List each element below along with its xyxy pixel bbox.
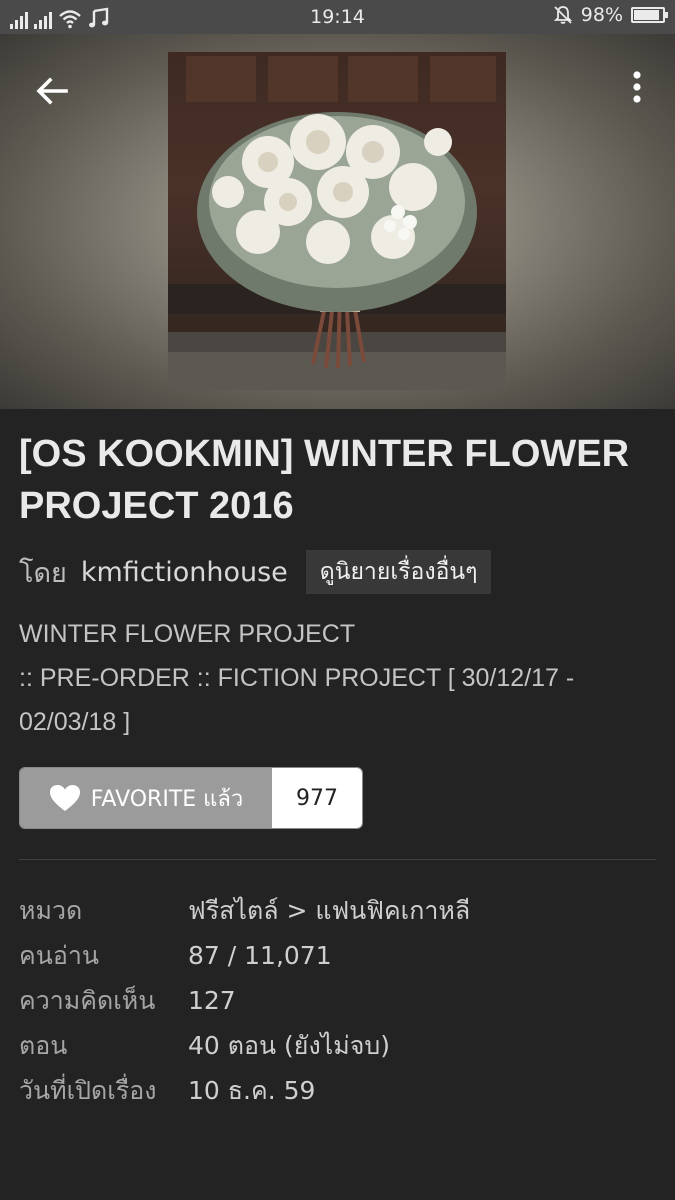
- battery-icon: [631, 7, 668, 23]
- bell-muted-icon: [553, 6, 572, 24]
- arrow-left-icon[interactable]: [30, 68, 76, 114]
- more-vert-icon[interactable]: [623, 68, 651, 114]
- info-label: ความคิดเห็น: [19, 985, 156, 1015]
- info-row-category: หมวด ฟรีสไตล์ > แฟนฟิคเกาหลี: [19, 888, 470, 933]
- story-description: WINTER FLOWER PROJECT :: PRE-ORDER :: FI…: [19, 612, 639, 744]
- divider: [19, 859, 656, 860]
- favorite-button[interactable]: FAVORITE แล้ว: [20, 768, 272, 828]
- story-info: หมวด ฟรีสไตล์ > แฟนฟิคเกาหลี คนอ่าน 87 /…: [19, 888, 470, 1113]
- battery-level: [634, 10, 660, 20]
- info-row-comments: ความคิดเห็น 127: [19, 978, 470, 1023]
- info-row-episodes: ตอน 40 ตอน (ยังไม่จบ): [19, 1023, 470, 1068]
- favorite-control: FAVORITE แล้ว 977: [19, 767, 363, 829]
- favorite-label: FAVORITE แล้ว: [90, 786, 244, 812]
- info-row-readers: คนอ่าน 87 / 11,071: [19, 933, 470, 978]
- battery-percent: 98%: [580, 4, 623, 26]
- info-value: 87 / 11,071: [188, 941, 332, 970]
- description-line: :: PRE-ORDER :: FICTION PROJECT [ 30/12/…: [19, 664, 575, 692]
- author-prefix: โดย: [19, 557, 67, 589]
- description-line: WINTER FLOWER PROJECT: [19, 620, 356, 648]
- info-value[interactable]: ฟรีสไตล์ > แฟนฟิคเกาหลี: [188, 891, 470, 931]
- info-label: คนอ่าน: [19, 940, 99, 970]
- info-row-start-date: วันที่เปิดเรื่อง 10 ธ.ค. 59: [19, 1068, 470, 1113]
- status-right-icons: 98%: [553, 4, 668, 26]
- info-value: 10 ธ.ค. 59: [188, 1075, 316, 1105]
- cover-image: [168, 52, 506, 390]
- info-label: วันที่เปิดเรื่อง: [19, 1075, 157, 1105]
- status-bar: 19:14 98%: [0, 0, 675, 34]
- heart-icon: [49, 785, 80, 811]
- info-label: ตอน: [19, 1030, 68, 1060]
- info-value: 127: [188, 986, 236, 1015]
- description-line: 02/03/18 ]: [19, 708, 131, 736]
- author-row: โดย kmfictionhouse ดูนิยายเรื่องอื่นๆ: [19, 550, 492, 594]
- author-name[interactable]: kmfictionhouse: [81, 557, 288, 588]
- cover-header: [0, 34, 675, 409]
- info-label: หมวด: [19, 895, 83, 925]
- bouquet-illustration: [168, 56, 506, 390]
- favorite-count: 977: [272, 768, 362, 828]
- story-title: [OS KOOKMIN] WINTER FLOWER PROJECT 2016: [19, 433, 630, 527]
- info-value: 40 ตอน (ยังไม่จบ): [188, 1030, 390, 1060]
- other-stories-button[interactable]: ดูนิยายเรื่องอื่นๆ: [305, 550, 492, 594]
